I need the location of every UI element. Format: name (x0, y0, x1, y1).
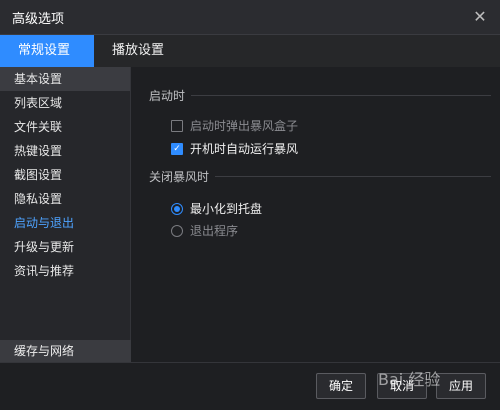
close-icon[interactable]: ✕ (470, 6, 490, 26)
option-popup-box[interactable]: 启动时弹出暴风盒子 (171, 117, 298, 134)
divider (191, 95, 491, 96)
ok-button[interactable]: 确定 (316, 373, 367, 399)
checkbox-checked[interactable]: ✓ (171, 142, 183, 155)
sidebar-item-basic-settings[interactable]: 基本设置 (0, 67, 130, 91)
apply-button[interactable]: 应用 (436, 373, 487, 399)
option-autorun[interactable]: ✓ 开机时自动运行暴风 (171, 140, 298, 157)
sidebar-item-news[interactable]: 资讯与推荐 (0, 259, 130, 283)
sidebar: 基本设置 列表区域 文件关联 热键设置 截图设置 隐私设置 启动与退出 升级与更… (0, 67, 144, 362)
sidebar-item-hotkeys[interactable]: 热键设置 (0, 139, 130, 163)
sidebar-item-startup-exit[interactable]: 启动与退出 (0, 211, 130, 235)
option-label: 最小化到托盘 (190, 202, 263, 216)
watermark-logo: Bai 经验 (378, 370, 441, 389)
sidebar-item-upgrade[interactable]: 升级与更新 (0, 235, 130, 259)
option-label: 开机时自动运行暴风 (190, 142, 299, 156)
radio-selected[interactable] (171, 202, 183, 215)
sidebar-item-privacy[interactable]: 隐私设置 (0, 187, 130, 211)
window-title: 高级选项 (12, 12, 65, 27)
tab-general-settings[interactable]: 常规设置 (0, 35, 94, 67)
tab-bar: 常规设置 播放设置 (0, 35, 500, 67)
checkbox[interactable] (171, 119, 183, 132)
radio[interactable] (171, 224, 183, 237)
option-minimize-tray[interactable]: 最小化到托盘 (171, 200, 262, 217)
option-exit-program[interactable]: 退出程序 (171, 222, 238, 239)
section-heading-close: 关闭暴风时 (149, 170, 210, 184)
sidebar-item-list-area[interactable]: 列表区域 (0, 91, 130, 115)
option-label: 退出程序 (190, 224, 239, 238)
sidebar-item-screenshot[interactable]: 截图设置 (0, 163, 130, 187)
option-label: 启动时弹出暴风盒子 (190, 119, 299, 133)
sidebar-item-cache-network[interactable]: 缓存与网络 (0, 340, 144, 362)
sidebar-item-file-association[interactable]: 文件关联 (0, 115, 130, 139)
title-bar: 高级选项 ✕ (0, 0, 500, 35)
divider (215, 176, 491, 177)
settings-panel: 启动时 启动时弹出暴风盒子 ✓ 开机时自动运行暴风 关闭暴风时 最小化到托盘 退… (131, 67, 500, 362)
tab-playback-settings[interactable]: 播放设置 (94, 35, 194, 67)
section-heading-startup: 启动时 (149, 89, 186, 103)
